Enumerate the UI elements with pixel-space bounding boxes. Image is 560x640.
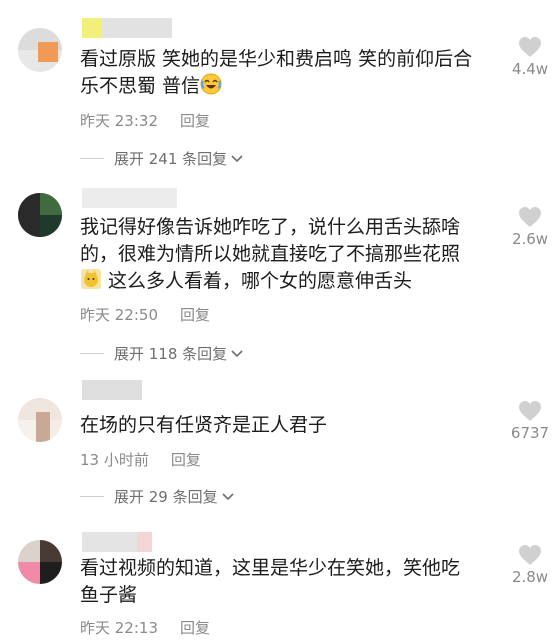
comment-meta: 昨天 23:32 回复 <box>80 110 210 131</box>
username-pixelated[interactable] <box>82 18 182 38</box>
divider-line <box>80 496 104 497</box>
divider-line <box>80 158 104 159</box>
comment-time: 昨天 23:32 <box>80 112 158 130</box>
chevron-down-icon <box>231 349 243 357</box>
like-button[interactable]: 4.4w <box>505 36 555 78</box>
comment-text: 在场的只有任贤齐是正人君子 <box>80 414 328 436</box>
avatar[interactable] <box>18 540 62 584</box>
heart-icon[interactable] <box>518 544 542 566</box>
like-button[interactable]: 2.6w <box>505 206 555 248</box>
like-count: 4.4w <box>511 60 549 78</box>
expand-replies-button[interactable]: 展开 118 条回复 <box>80 343 244 364</box>
like-button[interactable]: 6737 <box>505 400 555 442</box>
comment-text: 看过原版 笑她的是华少和费启鸣 笑的前仰后合 乐不思蜀 普信 <box>80 46 500 103</box>
avatar[interactable] <box>18 398 62 442</box>
comment-time: 13 小时前 <box>80 451 149 469</box>
like-count: 2.8w <box>511 568 549 586</box>
comment-meta: 13 小时前 回复 <box>80 449 201 470</box>
username-pixelated[interactable] <box>82 188 177 208</box>
comment-meta: 昨天 22:50 回复 <box>80 304 210 325</box>
like-count: 6737 <box>510 424 550 442</box>
comment-text: 我记得好像告诉她咋吃了，说什么用舌头舔啥 的，很难为情所以她就直接吃了不搞那些花… <box>80 214 500 298</box>
username-pixelated[interactable] <box>82 532 152 552</box>
reply-button[interactable]: 回复 <box>180 112 210 130</box>
chevron-down-icon <box>222 492 234 500</box>
expand-replies-button[interactable]: 展开 241 条回复 <box>80 148 244 169</box>
username-pixelated[interactable] <box>82 380 142 400</box>
comment-time: 昨天 22:13 <box>80 619 158 637</box>
like-button[interactable]: 2.8w <box>505 544 555 586</box>
divider-line <box>80 353 104 354</box>
heart-icon[interactable] <box>518 36 542 58</box>
avatar[interactable] <box>18 193 62 237</box>
sticker-emoji <box>80 268 102 298</box>
expand-replies-button[interactable]: 展开 29 条回复 <box>80 486 235 507</box>
reply-button[interactable]: 回复 <box>180 619 210 637</box>
comment-time: 昨天 22:50 <box>80 306 158 324</box>
comment-meta: 昨天 22:13 回复 <box>80 617 210 638</box>
heart-icon[interactable] <box>518 400 542 422</box>
reply-button[interactable]: 回复 <box>180 306 210 324</box>
avatar[interactable] <box>18 28 62 72</box>
like-count: 2.6w <box>511 230 549 248</box>
heart-icon[interactable] <box>518 206 542 228</box>
reply-button[interactable]: 回复 <box>171 451 201 469</box>
chevron-down-icon <box>231 154 243 162</box>
laughing-crying-emoji <box>200 73 222 103</box>
comment-text: 看过视频的知道，这里是华少在笑她，笑他吃 鱼子酱 <box>80 557 461 606</box>
